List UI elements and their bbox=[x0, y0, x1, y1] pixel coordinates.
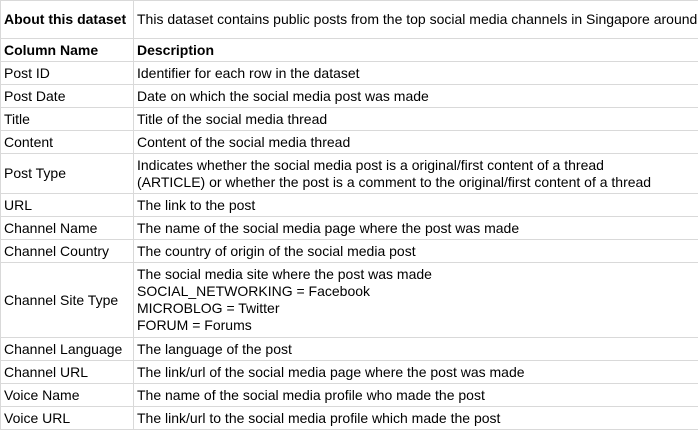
description-line: The link/url to the social media profile… bbox=[137, 409, 501, 426]
description-line: The country of origin of the social medi… bbox=[137, 242, 416, 259]
table-row: Channel Language The language of the pos… bbox=[0, 337, 698, 361]
column-name-cell[interactable]: Voice Name bbox=[0, 383, 134, 407]
about-row: About this dataset This dataset contains… bbox=[0, 0, 698, 39]
description-line: The social media site where the post was… bbox=[137, 266, 432, 282]
column-name-cell[interactable]: URL bbox=[0, 193, 134, 217]
description-cell[interactable]: The social media site where the post was… bbox=[133, 262, 698, 338]
description-line: The name of the social media page where … bbox=[137, 219, 520, 236]
table-row: URL The link to the post bbox=[0, 193, 698, 217]
table-row: Title Title of the social media thread bbox=[0, 107, 698, 131]
column-name-cell[interactable]: Channel Name bbox=[0, 216, 134, 240]
description-cell[interactable]: The name of the social media profile who… bbox=[133, 383, 698, 407]
description-line: FORUM = Forums bbox=[137, 317, 252, 333]
description-cell[interactable]: The country of origin of the social medi… bbox=[133, 239, 698, 263]
column-name-cell[interactable]: Title bbox=[0, 107, 134, 131]
column-name-cell[interactable]: Channel Language bbox=[0, 337, 134, 361]
description-line: Date on which the social media post was … bbox=[137, 87, 429, 104]
description-line: The language of the post bbox=[137, 340, 292, 357]
dataset-dictionary-table: About this dataset This dataset contains… bbox=[0, 0, 698, 430]
description-line: MICROBLOG = Twitter bbox=[137, 300, 280, 316]
column-name-cell[interactable]: Post Type bbox=[0, 153, 134, 194]
column-name-cell[interactable]: Voice URL bbox=[0, 406, 134, 430]
description-line: The name of the social media profile who… bbox=[137, 386, 485, 403]
description-line: The link/url of the social media page wh… bbox=[137, 363, 525, 380]
description-cell[interactable]: The name of the social media page where … bbox=[133, 216, 698, 240]
table-row: Voice Name The name of the social media … bbox=[0, 383, 698, 407]
column-name-header[interactable]: Column Name bbox=[0, 38, 134, 62]
table-row: Post ID Identifier for each row in the d… bbox=[0, 61, 698, 85]
column-name-cell[interactable]: Content bbox=[0, 130, 134, 154]
table-row: Post Type Indicates whether the social m… bbox=[0, 153, 698, 194]
description-cell[interactable]: Title of the social media thread bbox=[133, 107, 698, 131]
table-row: Channel Country The country of origin of… bbox=[0, 239, 698, 263]
description-cell[interactable]: The link to the post bbox=[133, 193, 698, 217]
column-name-cell[interactable]: Channel Country bbox=[0, 239, 134, 263]
about-label-cell[interactable]: About this dataset bbox=[0, 0, 134, 39]
description-line: The link to the post bbox=[137, 196, 256, 213]
description-cell[interactable]: Indicates whether the social media post … bbox=[133, 153, 698, 194]
about-text-cell[interactable]: This dataset contains public posts from … bbox=[133, 0, 698, 39]
description-cell[interactable]: Identifier for each row in the dataset bbox=[133, 61, 698, 85]
table-row: Voice URL The link/url to the social med… bbox=[0, 406, 698, 430]
description-header[interactable]: Description bbox=[133, 38, 698, 62]
description-cell[interactable]: Date on which the social media post was … bbox=[133, 84, 698, 108]
description-cell[interactable]: The link/url of the social media page wh… bbox=[133, 360, 698, 384]
header-row: Column Name Description bbox=[0, 38, 698, 62]
description-cell[interactable]: Content of the social media thread bbox=[133, 130, 698, 154]
table-row: Post Date Date on which the social media… bbox=[0, 84, 698, 108]
description-cell[interactable]: The link/url to the social media profile… bbox=[133, 406, 698, 430]
table-row: Channel URL The link/url of the social m… bbox=[0, 360, 698, 384]
column-name-cell[interactable]: Post ID bbox=[0, 61, 134, 85]
description-line: Indicates whether the social media post … bbox=[137, 156, 604, 173]
table-row: Channel Name The name of the social medi… bbox=[0, 216, 698, 240]
table-row: Channel Site Type The social media site … bbox=[0, 262, 698, 338]
column-name-cell[interactable]: Channel Site Type bbox=[0, 262, 134, 338]
description-line: Title of the social media thread bbox=[137, 110, 328, 127]
description-line: Content of the social media thread bbox=[137, 133, 351, 150]
description-line: Identifier for each row in the dataset bbox=[137, 64, 360, 81]
description-line: SOCIAL_NETWORKING = Facebook bbox=[137, 283, 371, 299]
column-name-cell[interactable]: Channel URL bbox=[0, 360, 134, 384]
column-name-cell[interactable]: Post Date bbox=[0, 84, 134, 108]
description-cell[interactable]: The language of the post bbox=[133, 337, 698, 361]
description-line: (ARTICLE) or whether the post is a comme… bbox=[137, 173, 652, 190]
table-row: Content Content of the social media thre… bbox=[0, 130, 698, 154]
